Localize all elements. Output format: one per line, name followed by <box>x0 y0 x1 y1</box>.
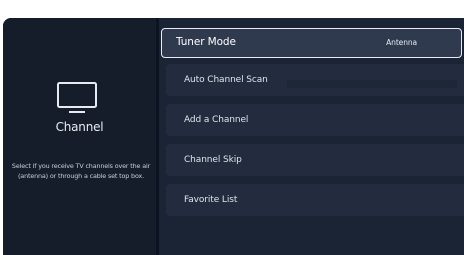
menu-item-label: Channel Skip <box>184 155 242 165</box>
menu-item-label: Tuner Mode <box>176 36 236 48</box>
menu-item-label: Favorite List <box>184 195 238 205</box>
category-description: Select if you receive TV channels over t… <box>11 162 151 180</box>
menu-item-channel-skip[interactable]: Channel Skip <box>166 144 464 176</box>
tv-icon <box>57 82 97 113</box>
menu-item-favorite-list[interactable]: Favorite List <box>166 184 464 216</box>
menu-item-label: Add a Channel <box>184 115 249 125</box>
menu-panel: Tuner Mode Antenna Auto Channel Scan Add… <box>159 18 464 255</box>
auto-scan-row-shade <box>287 80 457 88</box>
category-panel: Channel Select if you receive TV channel… <box>3 18 156 255</box>
screen: Channel Select if you receive TV channel… <box>0 0 464 255</box>
menu-item-tuner-mode[interactable]: Tuner Mode Antenna <box>161 28 462 58</box>
menu-item-label: Auto Channel Scan <box>184 75 268 85</box>
tuner-mode-value: Antenna <box>386 38 417 47</box>
menu-item-add-a-channel[interactable]: Add a Channel <box>166 104 464 136</box>
category-title: Channel <box>55 120 104 134</box>
settings-window: Channel Select if you receive TV channel… <box>3 18 464 255</box>
